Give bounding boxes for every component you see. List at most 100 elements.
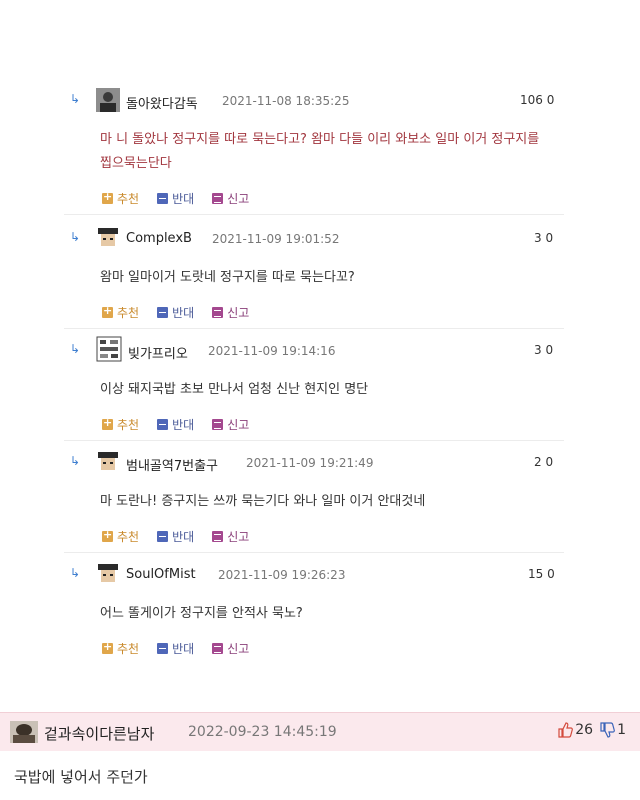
upvote-button[interactable]: 추천 bbox=[102, 528, 139, 545]
report-box-icon bbox=[212, 531, 224, 542]
downvote-button[interactable]: 반대 bbox=[157, 304, 194, 321]
reply-actions: 추천 반대 신고 bbox=[102, 640, 249, 657]
vote-score: 3 0 bbox=[534, 343, 554, 357]
avatar[interactable] bbox=[96, 226, 120, 250]
nickname[interactable]: ComplexB bbox=[126, 231, 192, 246]
downvote-label: 반대 bbox=[172, 642, 195, 656]
thumbs-down-icon[interactable] bbox=[599, 722, 615, 738]
report-label: 신고 bbox=[227, 642, 250, 656]
report-button[interactable]: 신고 bbox=[212, 304, 249, 321]
vote-score: 106 0 bbox=[520, 93, 555, 107]
report-button[interactable]: 신고 bbox=[212, 190, 249, 207]
report-label: 신고 bbox=[227, 418, 250, 432]
reply-arrow-icon: ↳ bbox=[70, 566, 81, 580]
avatar[interactable] bbox=[96, 562, 120, 586]
plus-box-icon bbox=[102, 190, 113, 204]
divider bbox=[64, 214, 564, 215]
reply-item-2: ↳ ComplexB 2021-11-09 19:01:52 3 0 왐마 일마… bbox=[0, 222, 640, 334]
reply-text: 어느 똘게이가 정구지를 안적사 묵노? bbox=[100, 606, 303, 621]
reply-arrow-icon: ↳ bbox=[70, 454, 81, 468]
report-button[interactable]: 신고 bbox=[212, 528, 249, 545]
upvote-label: 추천 bbox=[117, 306, 140, 320]
downvote-button[interactable]: 반대 bbox=[157, 640, 194, 657]
nickname[interactable]: 범내골역7번출구 bbox=[126, 455, 218, 474]
reply-text: 마 도란나! 증구지는 쓰까 묵는기다 와나 일마 이거 안대것네 bbox=[100, 494, 426, 509]
reply-actions: 추천 반대 신고 bbox=[102, 190, 249, 207]
timestamp: 2021-11-08 18:35:25 bbox=[222, 94, 350, 108]
report-box-icon bbox=[212, 419, 224, 430]
reply-arrow-icon: ↳ bbox=[70, 92, 81, 106]
minus-box-icon bbox=[157, 531, 169, 542]
reply-thread: ↳ 돌아왔다감독 2021-11-08 18:35:25 106 0 마 니 돌… bbox=[0, 0, 640, 712]
report-box-icon bbox=[212, 307, 224, 318]
avatar[interactable] bbox=[96, 88, 120, 112]
upvote-button[interactable]: 추천 bbox=[102, 640, 139, 657]
reply-text: 왐마 일마이거 도랏네 정구지를 따로 묵는다꼬? bbox=[100, 270, 355, 285]
upvote-button[interactable]: 추천 bbox=[102, 304, 139, 321]
report-button[interactable]: 신고 bbox=[212, 416, 249, 433]
report-label: 신고 bbox=[227, 530, 250, 544]
like-count: 26 bbox=[575, 722, 594, 738]
vote-score: 2 0 bbox=[534, 455, 554, 469]
timestamp: 2022-09-23 14:45:19 bbox=[188, 724, 337, 740]
downvote-button[interactable]: 반대 bbox=[157, 190, 194, 207]
report-label: 신고 bbox=[227, 306, 250, 320]
nickname[interactable]: 빚가프리오 bbox=[128, 343, 188, 362]
vote-score: 3 0 bbox=[534, 231, 554, 245]
nickname[interactable]: 돌아왔다감독 bbox=[126, 93, 198, 112]
nickname[interactable]: 겉과속이다른남자 bbox=[44, 723, 154, 744]
minus-box-icon bbox=[157, 643, 169, 654]
reply-arrow-icon: ↳ bbox=[70, 342, 81, 356]
plus-box-icon bbox=[102, 640, 113, 654]
main-comment-header: 겉과속이다른남자 2022-09-23 14:45:19 26 1 bbox=[0, 712, 640, 751]
upvote-label: 추천 bbox=[117, 642, 140, 656]
plus-box-icon bbox=[102, 304, 113, 318]
reply-text: 마 니 돌았나 정구지를 따로 묵는다고? 왐마 다들 이리 와보소 일마 이거… bbox=[100, 132, 540, 171]
reply-actions: 추천 반대 신고 bbox=[102, 304, 249, 321]
upvote-label: 추천 bbox=[117, 192, 140, 206]
minus-box-icon bbox=[157, 193, 169, 204]
timestamp: 2021-11-09 19:21:49 bbox=[246, 456, 374, 470]
divider bbox=[64, 440, 564, 441]
reply-item-4: ↳ 범내골역7번출구 2021-11-09 19:21:49 2 0 마 도란나… bbox=[0, 446, 640, 558]
avatar[interactable] bbox=[10, 721, 38, 743]
reply-actions: 추천 반대 신고 bbox=[102, 528, 249, 545]
divider bbox=[64, 328, 564, 329]
upvote-label: 추천 bbox=[117, 530, 140, 544]
avatar[interactable] bbox=[96, 450, 120, 474]
minus-box-icon bbox=[157, 307, 169, 318]
report-label: 신고 bbox=[227, 192, 250, 206]
plus-box-icon bbox=[102, 528, 113, 542]
main-comment: 겉과속이다른남자 2022-09-23 14:45:19 26 1 국밥에 넣어… bbox=[0, 712, 640, 800]
timestamp: 2021-11-09 19:01:52 bbox=[212, 232, 340, 246]
downvote-label: 반대 bbox=[172, 306, 195, 320]
timestamp: 2021-11-09 19:14:16 bbox=[208, 344, 336, 358]
plus-box-icon bbox=[102, 416, 113, 430]
report-box-icon bbox=[212, 643, 224, 654]
upvote-label: 추천 bbox=[117, 418, 140, 432]
reply-item-5: ↳ SoulOfMist 2021-11-09 19:26:23 15 0 어느… bbox=[0, 558, 640, 670]
report-box-icon bbox=[212, 193, 224, 204]
timestamp: 2021-11-09 19:26:23 bbox=[218, 568, 346, 582]
dislike-count: 1 bbox=[617, 722, 626, 738]
divider bbox=[64, 552, 564, 553]
vote-counter: 26 1 bbox=[557, 722, 626, 738]
thumbs-up-icon[interactable] bbox=[557, 722, 574, 738]
reply-text: 이상 돼지국밥 초보 만나서 엄청 신난 현지인 명단 bbox=[100, 382, 369, 397]
downvote-button[interactable]: 반대 bbox=[157, 528, 194, 545]
downvote-button[interactable]: 반대 bbox=[157, 416, 194, 433]
reply-actions: 추천 반대 신고 bbox=[102, 416, 249, 433]
upvote-button[interactable]: 추천 bbox=[102, 416, 139, 433]
avatar[interactable] bbox=[96, 336, 122, 362]
reply-item-3: ↳ 빚가프리오 2021-11-09 19:14:16 3 0 이상 돼지국밥 … bbox=[0, 334, 640, 446]
vote-score: 15 0 bbox=[528, 567, 555, 581]
downvote-label: 반대 bbox=[172, 530, 195, 544]
report-button[interactable]: 신고 bbox=[212, 640, 249, 657]
downvote-label: 반대 bbox=[172, 418, 195, 432]
minus-box-icon bbox=[157, 419, 169, 430]
reply-arrow-icon: ↳ bbox=[70, 230, 81, 244]
nickname[interactable]: SoulOfMist bbox=[126, 567, 196, 582]
comment-text: 국밥에 넣어서 주던가 bbox=[14, 768, 148, 786]
reply-item-1: ↳ 돌아왔다감독 2021-11-08 18:35:25 106 0 마 니 돌… bbox=[0, 84, 640, 215]
upvote-button[interactable]: 추천 bbox=[102, 190, 139, 207]
